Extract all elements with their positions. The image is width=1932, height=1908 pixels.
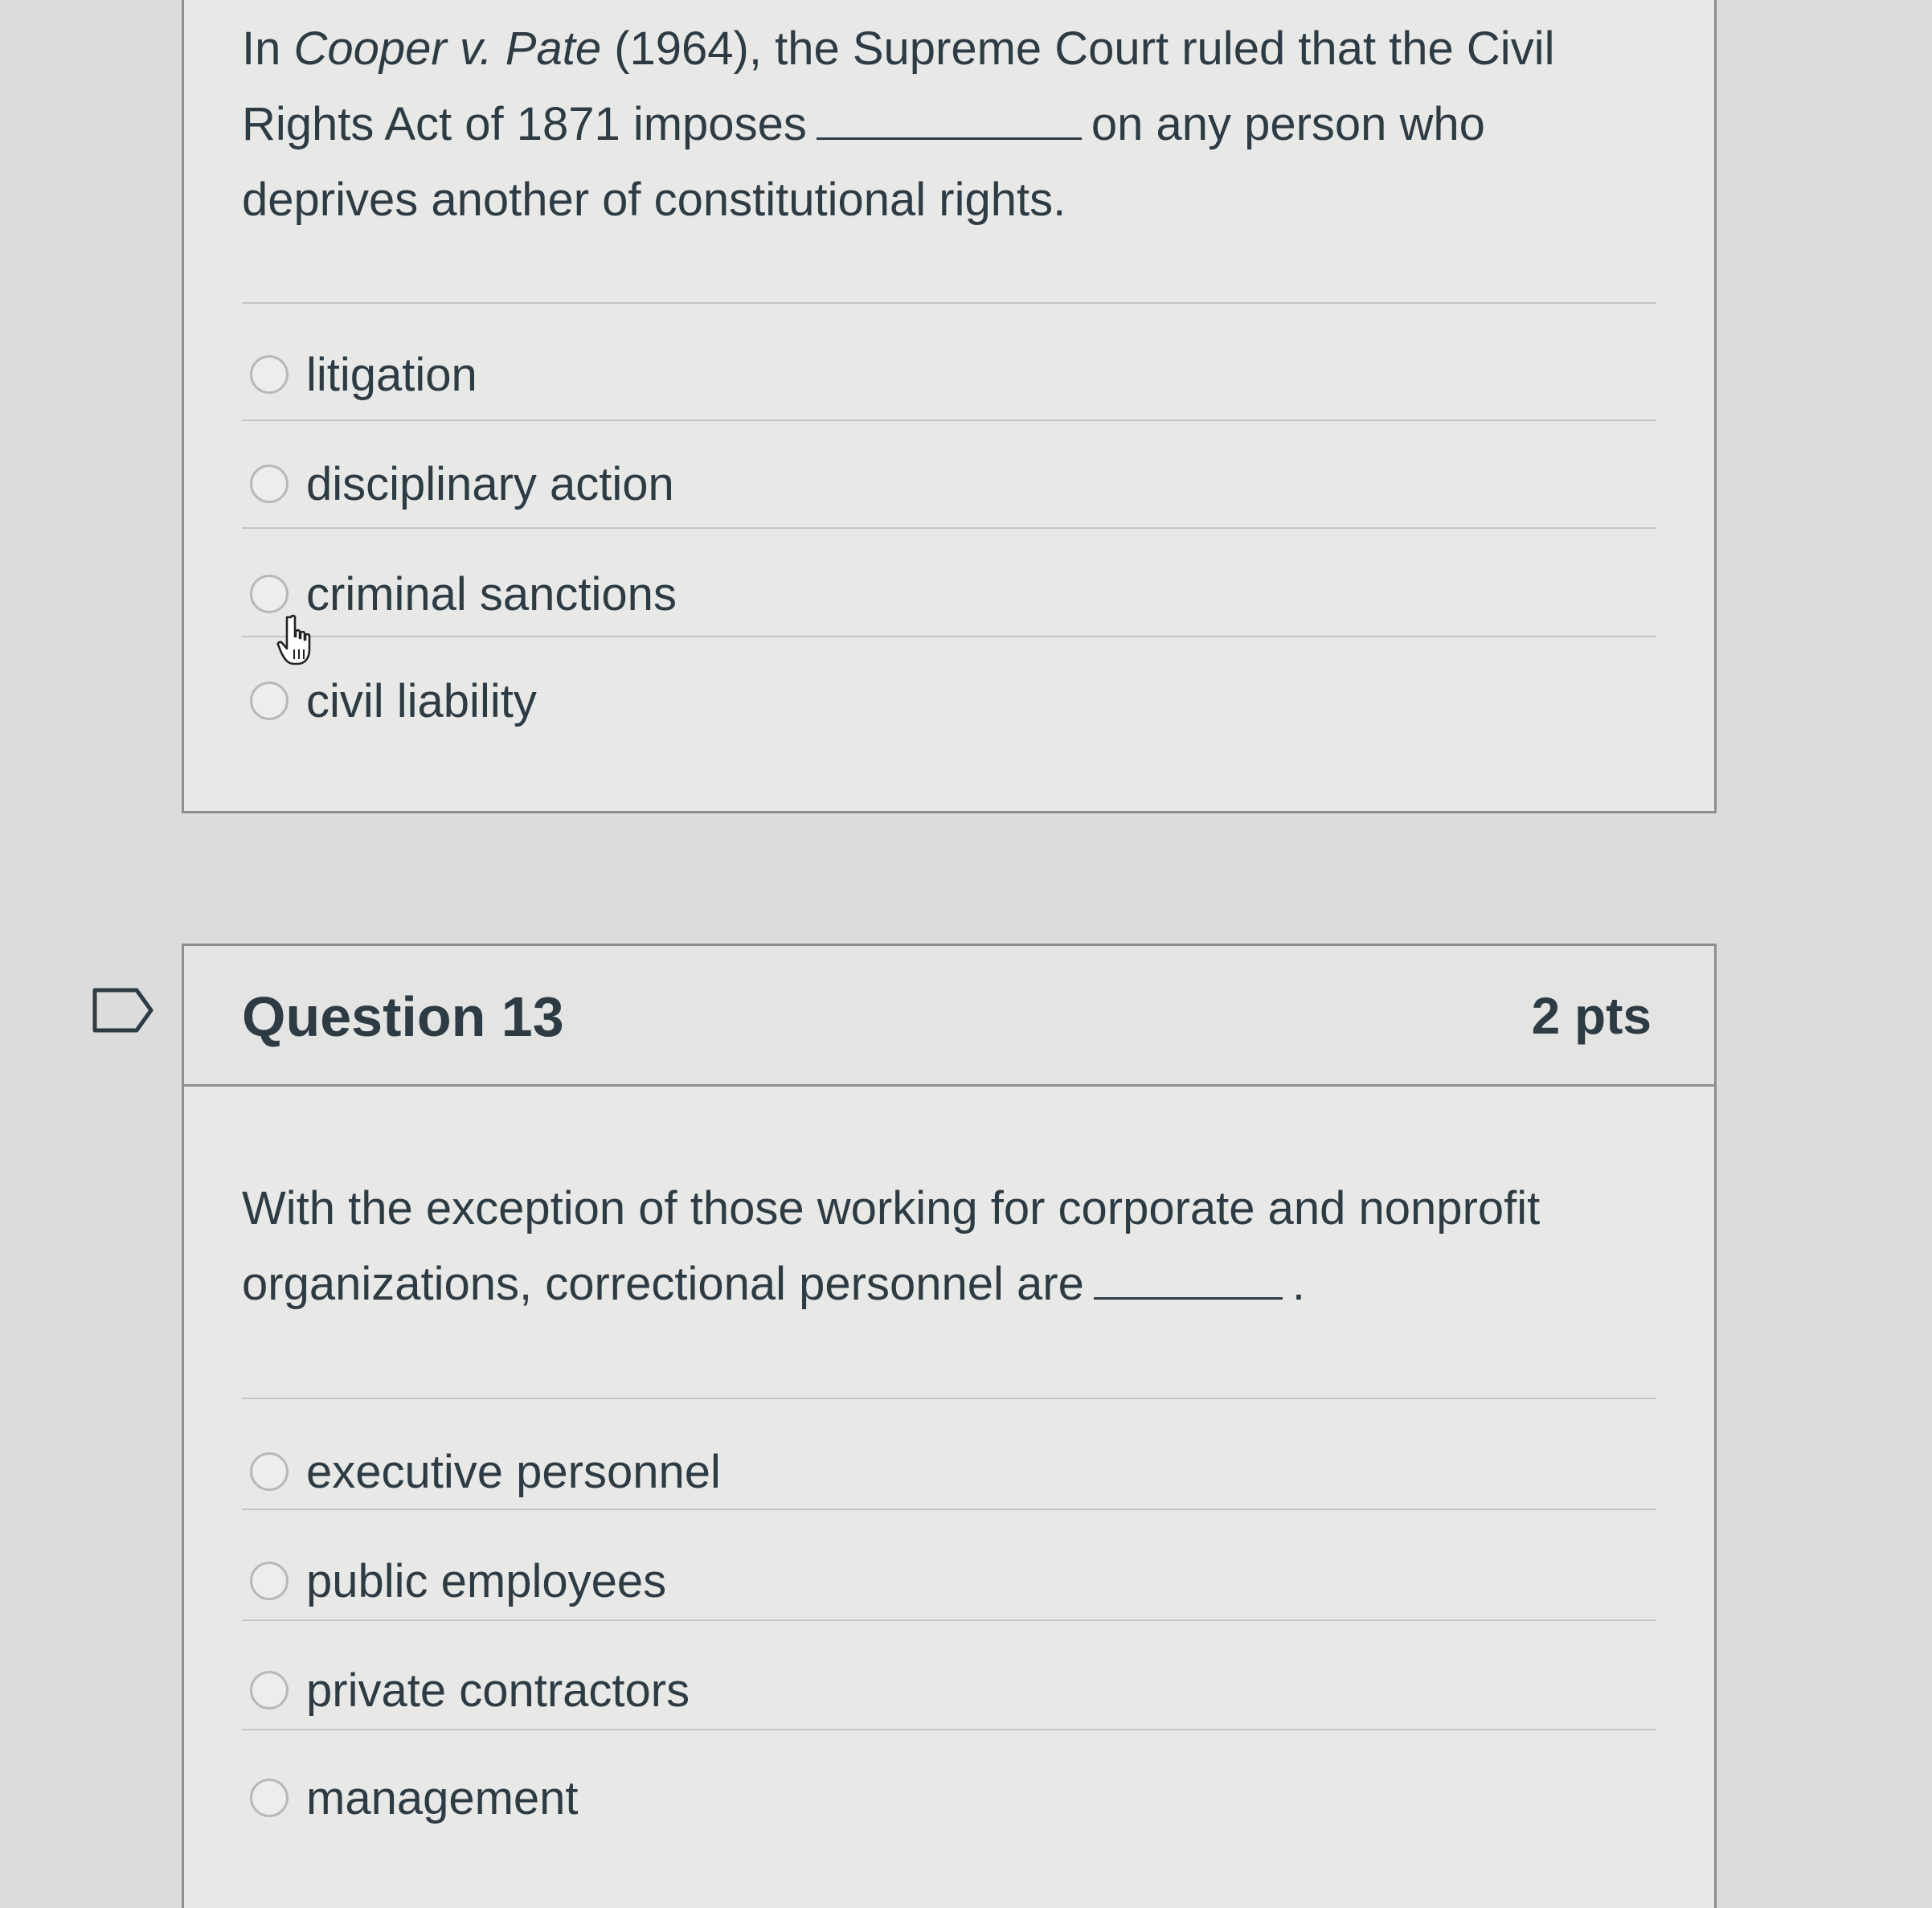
answer-label: criminal sanctions [306,567,677,620]
radio-button-icon[interactable] [250,575,289,613]
question-12-card: In Cooper v. Pate (1964), the Supreme Co… [182,0,1717,813]
answer-blank [1093,1296,1283,1300]
divider [242,302,1656,304]
question-title: Question 13 [242,985,564,1048]
answer-label: litigation [306,348,477,401]
divider [242,527,1656,529]
answer-label: management [306,1771,579,1824]
radio-button-icon[interactable] [250,355,289,394]
answer-option-litigation[interactable]: litigation [250,342,477,407]
divider [242,1619,1656,1621]
answer-option-public-employees[interactable]: public employees [250,1549,666,1613]
divider [242,1509,1656,1510]
answer-blank [816,137,1082,140]
answer-label: private contractors [306,1664,690,1717]
radio-button-icon[interactable] [250,1671,289,1709]
answer-option-civil-liability[interactable]: civil liability [250,669,537,733]
answer-option-private-contractors[interactable]: private contractors [250,1658,690,1722]
answer-label: civil liability [306,674,537,727]
radio-button-icon[interactable] [250,465,289,503]
question-13-card: Question 13 2 pts With the exception of … [182,944,1717,1908]
question-13-text: With the exception of those working for … [242,1171,1656,1322]
divider [242,636,1656,637]
answer-label: disciplinary action [306,457,674,510]
question-13-text-part: . [1291,1258,1305,1310]
answer-option-executive-personnel[interactable]: executive personnel [250,1439,721,1504]
divider [242,420,1656,421]
question-header: Question 13 2 pts [184,946,1714,1087]
radio-button-icon[interactable] [250,1452,289,1491]
question-12-text: In Cooper v. Pate (1964), the Supreme Co… [242,11,1656,238]
answer-option-disciplinary-action[interactable]: disciplinary action [250,452,674,516]
question-13-text-part: With the exception of those working for … [242,1182,1541,1310]
radio-button-icon[interactable] [250,1779,289,1817]
divider [242,1729,1656,1730]
answer-label: public employees [306,1554,667,1607]
answer-option-management[interactable]: management [250,1766,579,1830]
question-points: 2 pts [1531,987,1652,1045]
divider [242,1398,1656,1399]
question-12-text-part: In [242,23,294,75]
hand-pointer-cursor-icon [276,614,311,665]
case-name: Cooper v. Pate [293,23,602,75]
answer-label: executive personnel [306,1445,721,1498]
flag-question-icon[interactable] [92,987,156,1034]
radio-button-icon[interactable] [250,682,289,720]
radio-button-icon[interactable] [250,1562,289,1600]
